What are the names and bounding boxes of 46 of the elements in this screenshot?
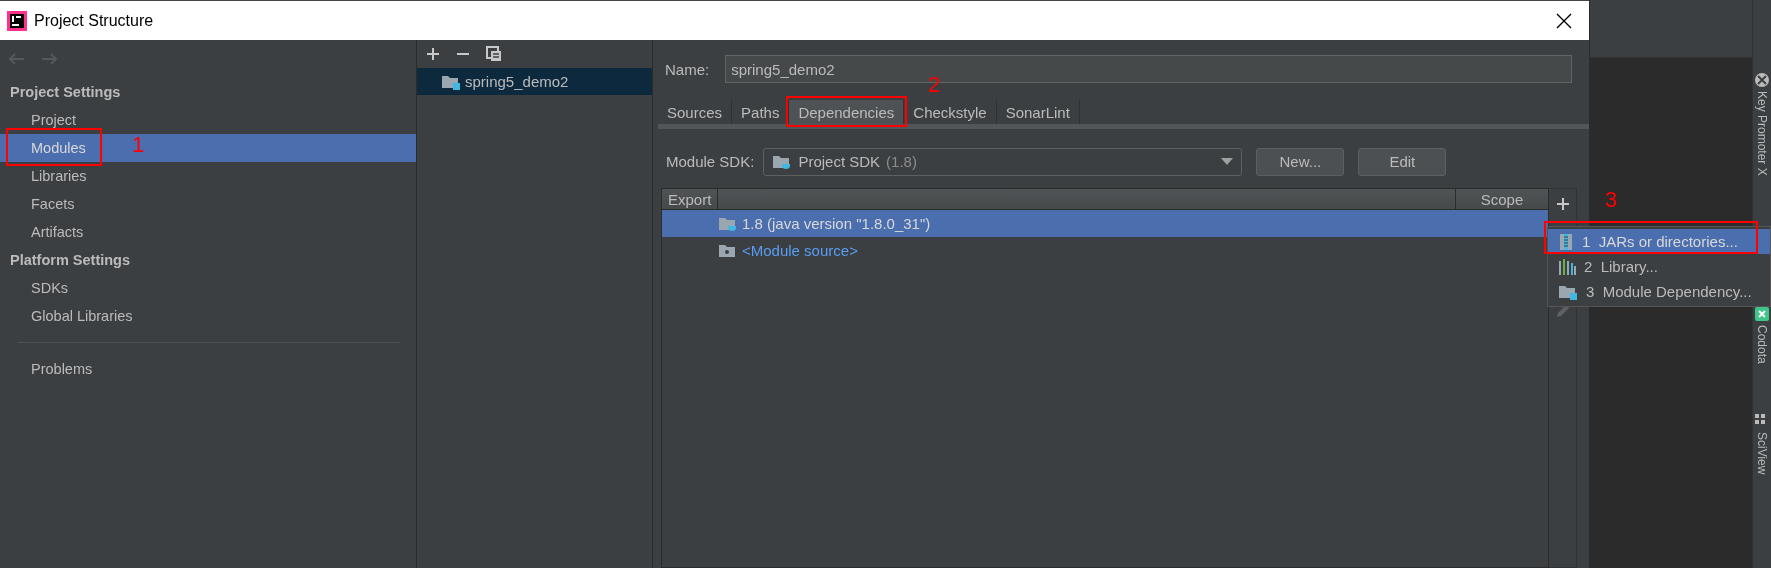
menu-item[interactable]: 3 Module Dependency... (1548, 279, 1770, 304)
sidebar-item[interactable]: Project (0, 106, 416, 134)
add-icon[interactable] (426, 47, 440, 61)
tool-window-tab[interactable]: SciView (1755, 432, 1769, 475)
sdk-folder-icon (718, 215, 738, 232)
tool-window-tab[interactable]: Key Promoter X (1755, 91, 1769, 176)
sidebar-item[interactable]: Artifacts (0, 218, 416, 246)
module-item[interactable]: spring5_demo2 (417, 68, 652, 95)
dropdown-caret-icon (1221, 157, 1234, 166)
column-header: Scope (1455, 189, 1548, 209)
close-icon[interactable] (1555, 11, 1573, 30)
sidebar-item[interactable]: Global Libraries (0, 302, 416, 330)
tab[interactable]: Dependencies (789, 100, 905, 124)
tab[interactable]: Sources (658, 100, 733, 124)
sidebar-item[interactable]: Problems (0, 355, 416, 383)
module-folder-icon (441, 73, 461, 90)
sidebar-item[interactable]: SDKs (0, 274, 416, 302)
button[interactable]: New... (1256, 147, 1345, 176)
app-logo-icon (6, 9, 28, 32)
sidebar-item[interactable]: Libraries (0, 162, 416, 190)
dependency-row[interactable]: <Module source> (662, 237, 1548, 264)
menu-item[interactable]: 2 Library... (1548, 254, 1770, 279)
column-header: Export (662, 189, 719, 209)
library-bars-icon (1558, 257, 1576, 276)
sdk-dropdown[interactable]: Project SDK (1.8) (763, 147, 1243, 176)
tab[interactable]: Checkstyle (904, 100, 997, 124)
button[interactable]: Edit (1358, 147, 1447, 176)
sidebar-item[interactable]: Facets (0, 190, 416, 218)
source-folder-icon (718, 242, 738, 259)
menu-item[interactable]: 1 JARs or directories... (1548, 229, 1770, 254)
window-title: Project Structure (34, 11, 155, 30)
annotation-number: 3 (1605, 187, 1618, 213)
tab[interactable]: SonarLint (996, 100, 1080, 124)
dependency-row[interactable]: 1.8 (java version "1.8.0_31") (662, 210, 1548, 237)
field-label: Name: (665, 60, 710, 78)
copy-icon[interactable] (486, 46, 502, 62)
jar-icon (1558, 232, 1574, 251)
key-promoter-icon[interactable] (1754, 72, 1770, 88)
sdk-folder-icon (772, 153, 793, 170)
module-folder-icon (1558, 283, 1578, 300)
section-header: Project Settings (9, 83, 122, 102)
add-icon[interactable] (1555, 197, 1570, 211)
field-label: Module SDK: (666, 153, 755, 170)
section-header: Platform Settings (9, 251, 132, 270)
annotation-number: 1 (132, 132, 145, 158)
tool-window-tab[interactable]: Codota (1755, 324, 1769, 364)
